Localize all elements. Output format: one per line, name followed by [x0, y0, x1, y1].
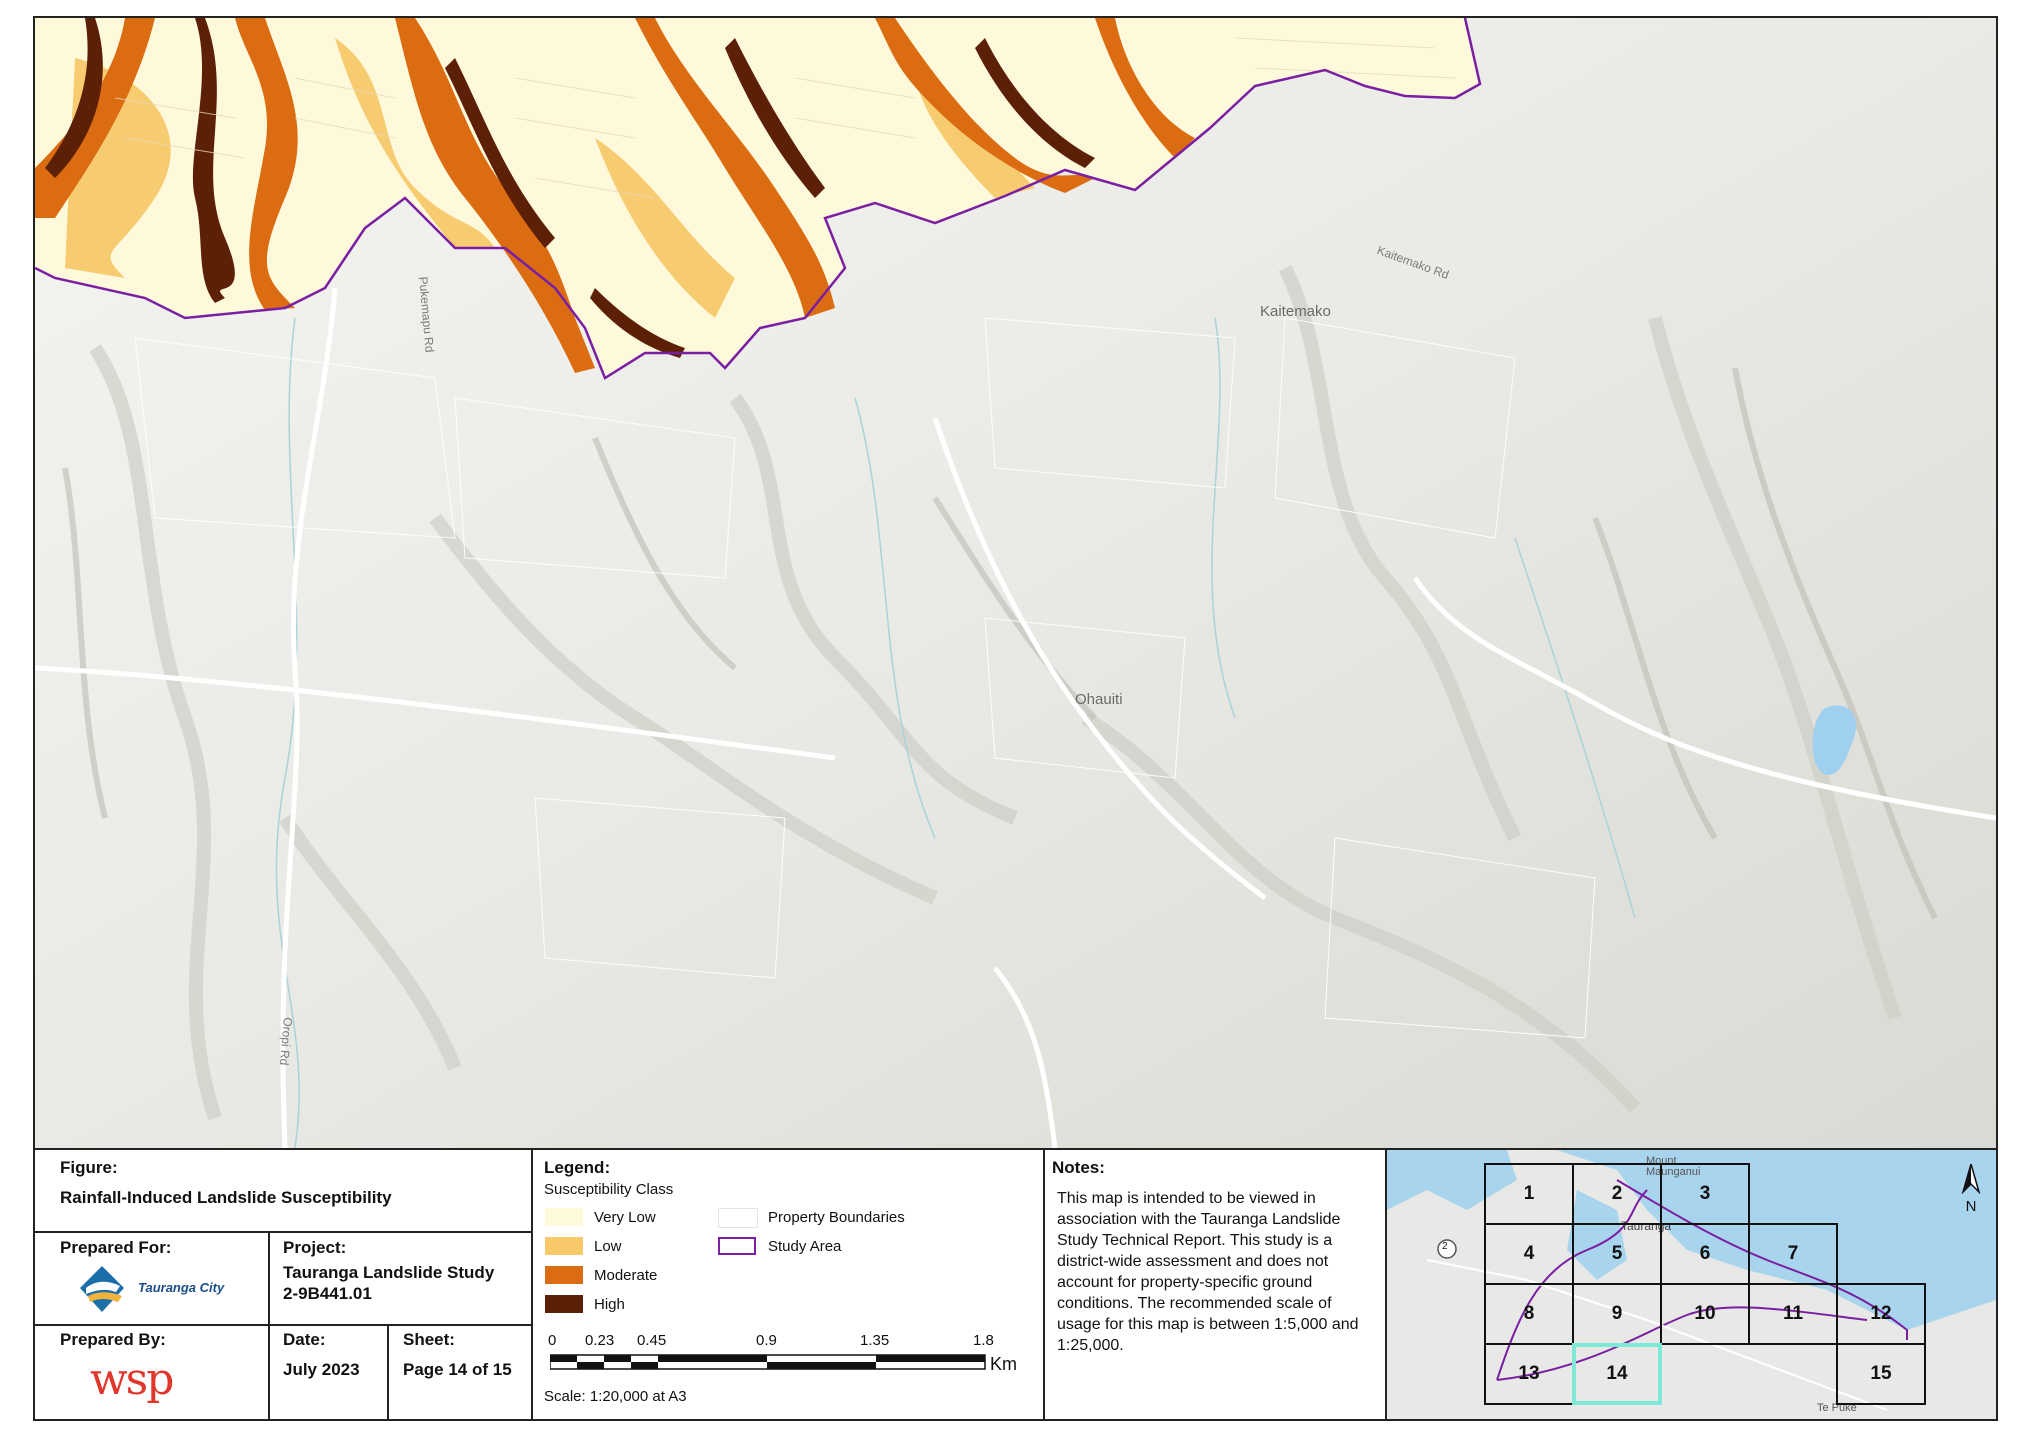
scale-unit: Km: [990, 1354, 1017, 1374]
scale-tick-023: 0.23: [585, 1332, 615, 1349]
wsp-logo: wsp: [90, 1354, 174, 1405]
prepared-for-label: Prepared For:: [60, 1238, 172, 1257]
figure-title: Rainfall-Induced Landslide Susceptibilit…: [60, 1188, 392, 1207]
sheet-index-14-current[interactable]: 14: [1572, 1343, 1662, 1405]
tauranga-logo-text: Tauranga City: [138, 1280, 225, 1295]
legend-swatch-very-low: [545, 1208, 583, 1226]
sheet-index-3[interactable]: 3: [1660, 1163, 1750, 1225]
legend-title: Legend:: [544, 1158, 611, 1177]
sheet-index-4[interactable]: 4: [1484, 1223, 1574, 1285]
sheet-index-6[interactable]: 6: [1660, 1223, 1750, 1285]
place-label-kaitemako: Kaitemako: [1260, 303, 1331, 320]
sheet-label: Sheet:: [403, 1330, 455, 1349]
sheet-value: Page 14 of 15: [403, 1360, 512, 1379]
project-code: 2-9B441.01: [283, 1284, 372, 1303]
legend-label-moderate: Moderate: [594, 1267, 658, 1284]
sheet-index-5[interactable]: 5: [1572, 1223, 1662, 1285]
sheet-index-15[interactable]: 15: [1836, 1343, 1926, 1405]
legend-label-study-area: Study Area: [768, 1238, 842, 1255]
map-canvas: [35, 18, 1996, 1148]
sheet-index-1[interactable]: 1: [1484, 1163, 1574, 1225]
inset-map[interactable]: 2 Mount Maunganui Tauranga Te Puke N 1 2…: [1387, 1150, 1996, 1419]
scale-bar-graphic: [550, 1354, 986, 1370]
legend-swatch-high: [545, 1295, 583, 1313]
sheet-index-13[interactable]: 13: [1484, 1343, 1574, 1405]
legend-swatch-moderate: [545, 1266, 583, 1284]
title-block-line-2: [35, 1324, 532, 1326]
title-block-vline-1: [268, 1231, 270, 1419]
sheet-index-8[interactable]: 8: [1484, 1283, 1574, 1345]
notes-text: This map is intended to be viewed in ass…: [1057, 1190, 1359, 1354]
scale-tick-045: 0.45: [637, 1332, 667, 1349]
legend-label-low: Low: [594, 1238, 622, 1255]
legend-label-property: Property Boundaries: [768, 1209, 905, 1226]
scale-tick-18: 1.8: [973, 1332, 994, 1349]
project-label: Project:: [283, 1238, 347, 1257]
date-value: July 2023: [283, 1360, 360, 1379]
map-view[interactable]: Kaitemako Ohauiti Pukemapu Rd Kaitemako …: [35, 18, 1996, 1148]
place-label-ohauiti: Ohauiti: [1075, 691, 1123, 708]
figure-label: Figure:: [60, 1158, 118, 1177]
sheet-index-9[interactable]: 9: [1572, 1283, 1662, 1345]
scale-tick-135: 1.35: [860, 1332, 890, 1349]
north-arrow: N: [1961, 1161, 1981, 1215]
title-block-vline-2: [387, 1324, 389, 1419]
legend-subtitle: Susceptibility Class: [544, 1181, 674, 1198]
tauranga-city-logo: Tauranga City: [80, 1262, 230, 1317]
date-label: Date:: [283, 1330, 326, 1349]
inset-highway-shield: 2: [1442, 1241, 1448, 1252]
scale-text: Scale: 1:20,000 at A3: [544, 1388, 687, 1405]
sheet-index-10[interactable]: 10: [1660, 1283, 1750, 1345]
legend-label-very-low: Very Low: [594, 1209, 656, 1226]
sheet-index-11[interactable]: 11: [1748, 1283, 1838, 1345]
scale-tick-0: 0: [548, 1332, 557, 1349]
north-arrow-icon: [1961, 1161, 1981, 1195]
sheet-index-7[interactable]: 7: [1748, 1223, 1838, 1285]
scale-tick-09: 0.9: [756, 1332, 777, 1349]
panel-divider-2: [1043, 1148, 1045, 1419]
legend-swatch-study-area: [718, 1237, 756, 1255]
panel-divider-1: [531, 1148, 533, 1419]
notes-title: Notes:: [1052, 1158, 1105, 1177]
legend-label-high: High: [594, 1296, 625, 1313]
north-arrow-label: N: [1965, 1198, 1977, 1215]
title-block-line-1: [35, 1231, 532, 1233]
project-name: Tauranga Landslide Study: [283, 1263, 495, 1282]
legend-swatch-low: [545, 1237, 583, 1255]
legend-swatch-property: [718, 1208, 758, 1228]
sheet-index-2[interactable]: 2: [1572, 1163, 1662, 1225]
sheet-index-12[interactable]: 12: [1836, 1283, 1926, 1345]
prepared-by-label: Prepared By:: [60, 1330, 166, 1349]
